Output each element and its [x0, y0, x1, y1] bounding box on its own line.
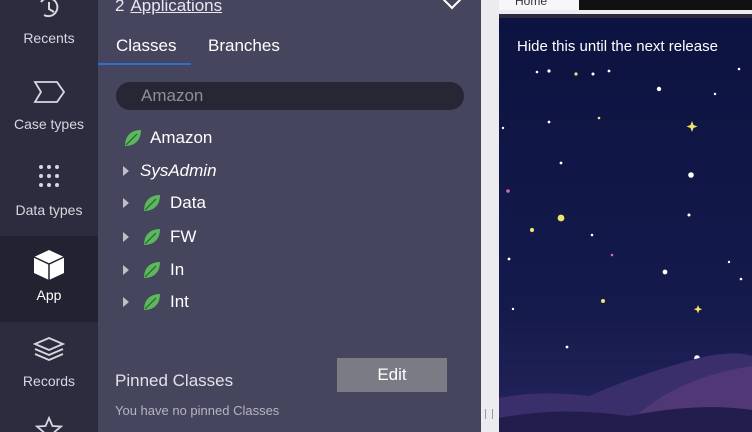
nav-label: Case types — [13, 116, 85, 132]
expand-arrow-icon[interactable] — [123, 265, 129, 275]
leaf-icon — [144, 294, 160, 310]
app-explorer-panel: 2 Applications Classes Branches Amazon Am… — [98, 0, 481, 432]
pinned-classes-title: Pinned Classes — [115, 371, 234, 390]
tree-item-label: Int — [170, 292, 189, 311]
expand-arrow-icon[interactable] — [123, 198, 129, 208]
nav-label: Recents — [23, 30, 75, 46]
nav-item-records[interactable]: Records — [0, 335, 98, 395]
expand-arrow-icon[interactable] — [123, 166, 129, 176]
night-sky-illustration — [499, 18, 752, 432]
tab-branches[interactable]: Branches — [208, 36, 280, 56]
tree-item-in[interactable]: In — [123, 258, 423, 282]
nav-item-favorites[interactable] — [0, 416, 98, 432]
active-tab-indicator — [98, 63, 191, 65]
nav-item-app[interactable]: App — [0, 236, 98, 322]
tree-item-label: In — [170, 260, 185, 279]
data-grid-icon — [39, 165, 59, 187]
panel-resizer[interactable] — [481, 0, 499, 432]
tree-item-label: SysAdmin — [140, 161, 217, 180]
pinned-empty-message: You have no pinned Classes — [115, 403, 280, 418]
star-icon — [34, 416, 64, 432]
leaf-icon — [144, 195, 160, 211]
tree-item-data[interactable]: Data — [123, 191, 423, 215]
tree-item-label: Data — [170, 193, 206, 212]
tree-item-fw[interactable]: FW — [123, 225, 423, 249]
leaf-icon — [125, 130, 141, 146]
nav-item-case-types[interactable]: Case types — [0, 80, 98, 140]
expand-arrow-icon[interactable] — [123, 232, 129, 242]
cube-icon — [33, 250, 65, 280]
leaf-icon — [144, 229, 160, 245]
preview-tabbar: Home — [499, 0, 752, 14]
leaf-icon — [144, 262, 160, 278]
nav-item-data-types[interactable]: Data types — [0, 163, 98, 223]
preview-area: Home Hide this until the next release — [499, 0, 752, 432]
banner-text: Hide this until the next release — [517, 38, 718, 55]
tab-home[interactable]: Home — [499, 0, 579, 10]
case-type-icon — [33, 81, 66, 103]
class-search-input[interactable]: Amazon — [116, 82, 464, 110]
applications-header: 2 Applications — [115, 0, 222, 16]
history-icon — [40, 0, 59, 18]
left-navigation: Recents Case types Data types App Record… — [0, 0, 98, 432]
nav-label: App — [36, 287, 62, 303]
edit-pinned-button[interactable]: Edit — [337, 358, 447, 392]
applications-count: 2 — [115, 0, 125, 15]
tree-item-sysadmin[interactable]: SysAdmin — [123, 159, 423, 183]
applications-link[interactable]: Applications — [130, 0, 222, 15]
nav-item-recents[interactable]: Recents — [0, 0, 98, 56]
tree-item-amazon[interactable]: Amazon — [123, 126, 423, 150]
tree-item-label: Amazon — [150, 128, 213, 147]
layers-icon — [32, 337, 66, 361]
tab-classes[interactable]: Classes — [116, 36, 176, 56]
night-sky-banner: Hide this until the next release — [499, 18, 752, 432]
tree-item-label: FW — [170, 227, 197, 246]
tabbar-dark-strip — [579, 0, 752, 10]
tree-item-int[interactable]: Int — [123, 290, 423, 314]
nav-label: Records — [22, 373, 76, 389]
expand-arrow-icon[interactable] — [123, 297, 129, 307]
resize-grip-icon[interactable] — [485, 409, 493, 419]
chevron-down-icon[interactable] — [440, 0, 464, 10]
nav-label: Data types — [15, 202, 83, 218]
